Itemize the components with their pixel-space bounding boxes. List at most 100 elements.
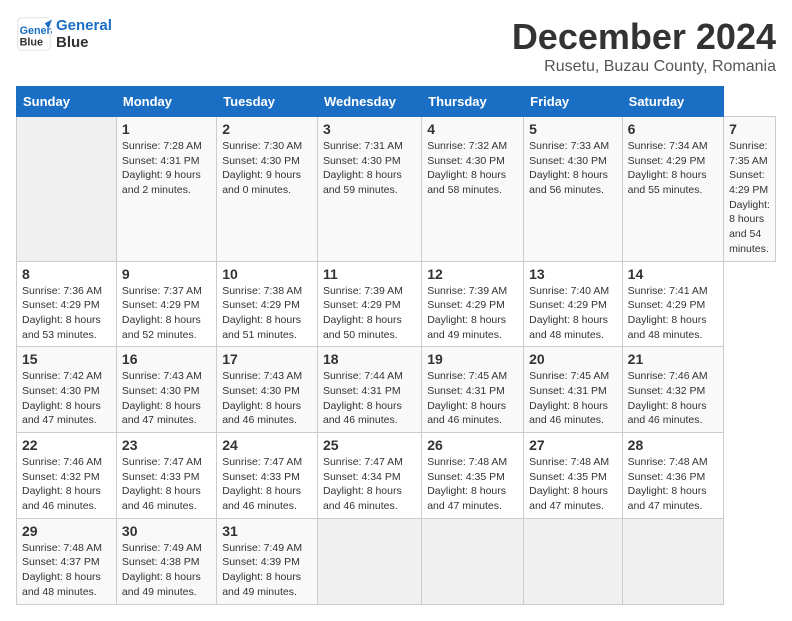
day-info: Sunrise: 7:40 AMSunset: 4:29 PMDaylight:… <box>529 284 617 343</box>
day-number: 30 <box>122 523 211 539</box>
day-number: 5 <box>529 121 617 137</box>
day-info: Sunrise: 7:42 AMSunset: 4:30 PMDaylight:… <box>22 369 111 428</box>
calendar-week-2: 8Sunrise: 7:36 AMSunset: 4:29 PMDaylight… <box>17 261 776 347</box>
day-info: Sunrise: 7:37 AMSunset: 4:29 PMDaylight:… <box>122 284 211 343</box>
day-info: Sunrise: 7:44 AMSunset: 4:31 PMDaylight:… <box>323 369 416 428</box>
calendar-cell <box>422 518 524 604</box>
calendar-cell: 22 Sunrise: 7:46 AMSunset: 4:32 PMDayligh… <box>17 433 117 519</box>
day-info: Sunrise: 7:30 AMSunset: 4:30 PMDaylight:… <box>222 139 312 198</box>
calendar-cell: 25Sunrise: 7:47 AMSunset: 4:34 PMDayligh… <box>317 433 421 519</box>
day-info: Sunrise: 7:36 AMSunset: 4:29 PMDaylight:… <box>22 284 111 343</box>
day-number: 23 <box>122 437 211 453</box>
calendar-cell: 27Sunrise: 7:48 AMSunset: 4:35 PMDayligh… <box>524 433 623 519</box>
calendar-cell: 18 Sunrise: 7:44 AMSunset: 4:31 PMDayligh… <box>317 347 421 433</box>
day-info: Sunrise: 7:46 AMSunset: 4:32 PMDaylight:… <box>22 455 111 514</box>
day-number: 16 <box>122 351 211 367</box>
calendar-header-row: SundayMondayTuesdayWednesdayThursdayFrid… <box>17 87 776 117</box>
day-info: Sunrise: 7:49 AMSunset: 4:38 PMDaylight:… <box>122 541 211 600</box>
day-info: Sunrise: 7:39 AMSunset: 4:29 PMDaylight:… <box>427 284 518 343</box>
day-number: 10 <box>222 266 312 282</box>
day-info: Sunrise: 7:41 AMSunset: 4:29 PMDaylight:… <box>628 284 718 343</box>
location-subtitle: Rusetu, Buzau County, Romania <box>512 58 776 76</box>
calendar-cell: 16 Sunrise: 7:43 AMSunset: 4:30 PMDayligh… <box>116 347 216 433</box>
day-number: 12 <box>427 266 518 282</box>
calendar-cell: 7Sunrise: 7:35 AMSunset: 4:29 PMDaylight… <box>724 117 776 262</box>
calendar-week-4: 22 Sunrise: 7:46 AMSunset: 4:32 PMDayligh… <box>17 433 776 519</box>
day-number: 22 <box>22 437 111 453</box>
calendar-cell: 31 Sunrise: 7:49 AMSunset: 4:39 PMDayligh… <box>217 518 318 604</box>
day-number: 24 <box>222 437 312 453</box>
calendar-cell: 21 Sunrise: 7:46 AMSunset: 4:32 PMDayligh… <box>622 347 723 433</box>
day-info: Sunrise: 7:28 AMSunset: 4:31 PMDaylight:… <box>122 139 211 198</box>
calendar-cell <box>622 518 723 604</box>
day-info: Sunrise: 7:47 AMSunset: 4:33 PMDaylight:… <box>222 455 312 514</box>
day-info: Sunrise: 7:46 AMSunset: 4:32 PMDaylight:… <box>628 369 718 428</box>
calendar-table: SundayMondayTuesdayWednesdayThursdayFrid… <box>16 86 776 605</box>
day-number: 3 <box>323 121 416 137</box>
day-number: 14 <box>628 266 718 282</box>
calendar-cell <box>524 518 623 604</box>
calendar-cell: 17 Sunrise: 7:43 AMSunset: 4:30 PMDayligh… <box>217 347 318 433</box>
day-number: 21 <box>628 351 718 367</box>
day-info: Sunrise: 7:35 AMSunset: 4:29 PMDaylight:… <box>729 139 770 257</box>
day-number: 29 <box>22 523 111 539</box>
calendar-week-1: 1Sunrise: 7:28 AMSunset: 4:31 PMDaylight… <box>17 117 776 262</box>
day-number: 28 <box>628 437 718 453</box>
day-info: Sunrise: 7:48 AMSunset: 4:36 PMDaylight:… <box>628 455 718 514</box>
day-info: Sunrise: 7:43 AMSunset: 4:30 PMDaylight:… <box>122 369 211 428</box>
logo: General Blue General Blue <box>16 16 112 52</box>
calendar-cell: 11 Sunrise: 7:39 AMSunset: 4:29 PMDayligh… <box>317 261 421 347</box>
calendar-cell: 19Sunrise: 7:45 AMSunset: 4:31 PMDayligh… <box>422 347 524 433</box>
day-info: Sunrise: 7:32 AMSunset: 4:30 PMDaylight:… <box>427 139 518 198</box>
calendar-cell: 14 Sunrise: 7:41 AMSunset: 4:29 PMDayligh… <box>622 261 723 347</box>
calendar-cell: 23 Sunrise: 7:47 AMSunset: 4:33 PMDayligh… <box>116 433 216 519</box>
header-monday: Monday <box>116 87 216 117</box>
header-tuesday: Tuesday <box>217 87 318 117</box>
day-info: Sunrise: 7:48 AMSunset: 4:35 PMDaylight:… <box>427 455 518 514</box>
day-info: Sunrise: 7:43 AMSunset: 4:30 PMDaylight:… <box>222 369 312 428</box>
calendar-cell: 12 Sunrise: 7:39 AMSunset: 4:29 PMDayligh… <box>422 261 524 347</box>
day-info: Sunrise: 7:45 AMSunset: 4:31 PMDaylight:… <box>529 369 617 428</box>
day-number: 15 <box>22 351 111 367</box>
month-title: December 2024 <box>512 16 776 58</box>
day-number: 31 <box>222 523 312 539</box>
calendar-week-3: 15 Sunrise: 7:42 AMSunset: 4:30 PMDayligh… <box>17 347 776 433</box>
svg-text:Blue: Blue <box>20 37 43 49</box>
day-number: 27 <box>529 437 617 453</box>
calendar-cell: 9Sunrise: 7:37 AMSunset: 4:29 PMDaylight… <box>116 261 216 347</box>
calendar-cell: 20 Sunrise: 7:45 AMSunset: 4:31 PMDayligh… <box>524 347 623 433</box>
day-number: 4 <box>427 121 518 137</box>
day-info: Sunrise: 7:45 AMSunset: 4:31 PMDaylight:… <box>427 369 518 428</box>
calendar-cell: 30 Sunrise: 7:49 AMSunset: 4:38 PMDayligh… <box>116 518 216 604</box>
day-info: Sunrise: 7:31 AMSunset: 4:30 PMDaylight:… <box>323 139 416 198</box>
day-number: 17 <box>222 351 312 367</box>
day-number: 26 <box>427 437 518 453</box>
header: General Blue General Blue December 2024 … <box>16 16 776 76</box>
day-number: 18 <box>323 351 416 367</box>
day-number: 13 <box>529 266 617 282</box>
calendar-week-5: 29Sunrise: 7:48 AMSunset: 4:37 PMDayligh… <box>17 518 776 604</box>
title-section: December 2024 Rusetu, Buzau County, Roma… <box>512 16 776 76</box>
calendar-cell: 28 Sunrise: 7:48 AMSunset: 4:36 PMDayligh… <box>622 433 723 519</box>
day-number: 6 <box>628 121 718 137</box>
calendar-cell <box>317 518 421 604</box>
calendar-cell: 2Sunrise: 7:30 AMSunset: 4:30 PMDaylight… <box>217 117 318 262</box>
logo-general: General <box>56 17 112 34</box>
calendar-cell: 5 Sunrise: 7:33 AMSunset: 4:30 PMDaylight… <box>524 117 623 262</box>
day-info: Sunrise: 7:34 AMSunset: 4:29 PMDaylight:… <box>628 139 718 198</box>
header-thursday: Thursday <box>422 87 524 117</box>
calendar-cell: 4 Sunrise: 7:32 AMSunset: 4:30 PMDaylight… <box>422 117 524 262</box>
day-info: Sunrise: 7:33 AMSunset: 4:30 PMDaylight:… <box>529 139 617 198</box>
day-number: 11 <box>323 266 416 282</box>
header-wednesday: Wednesday <box>317 87 421 117</box>
day-info: Sunrise: 7:49 AMSunset: 4:39 PMDaylight:… <box>222 541 312 600</box>
day-info: Sunrise: 7:47 AMSunset: 4:33 PMDaylight:… <box>122 455 211 514</box>
day-info: Sunrise: 7:47 AMSunset: 4:34 PMDaylight:… <box>323 455 416 514</box>
day-number: 20 <box>529 351 617 367</box>
day-info: Sunrise: 7:38 AMSunset: 4:29 PMDaylight:… <box>222 284 312 343</box>
calendar-cell: 10 Sunrise: 7:38 AMSunset: 4:29 PMDayligh… <box>217 261 318 347</box>
day-info: Sunrise: 7:39 AMSunset: 4:29 PMDaylight:… <box>323 284 416 343</box>
logo-icon: General Blue <box>16 16 52 52</box>
calendar-cell <box>17 117 117 262</box>
svg-text:General: General <box>20 25 52 37</box>
